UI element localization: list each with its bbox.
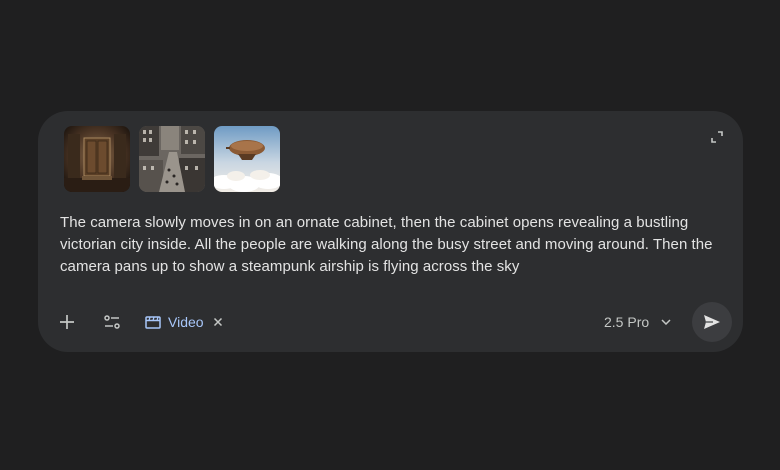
send-icon (704, 315, 720, 329)
prompt-text[interactable]: The camera slowly moves in on an ornate … (60, 212, 715, 278)
video-mode-chip[interactable]: Video (145, 310, 223, 334)
video-mode-label: Video (168, 314, 204, 330)
tune-icon (104, 315, 120, 329)
attachment-thumbnail-airship[interactable] (214, 126, 280, 192)
remove-video-mode-button[interactable] (213, 317, 223, 327)
victorian-city-image (139, 126, 205, 192)
plus-icon (60, 315, 74, 329)
tools-button[interactable] (92, 302, 132, 342)
ornate-cabinet-image (64, 126, 130, 192)
attachment-list (64, 126, 280, 192)
attachment-thumbnail-cabinet[interactable] (64, 126, 130, 192)
close-icon (213, 317, 222, 327)
composer-toolbar: Video 2.5 Pro (38, 302, 743, 342)
prompt-composer: The camera slowly moves in on an ornate … (38, 111, 743, 352)
model-label: 2.5 Pro (604, 314, 650, 330)
clapperboard-icon (145, 316, 161, 329)
chevron-down-icon (661, 319, 671, 325)
expand-icon[interactable] (708, 128, 726, 146)
model-selector[interactable]: 2.5 Pro (604, 310, 671, 334)
add-button[interactable] (47, 302, 87, 342)
attachment-thumbnail-city[interactable] (139, 126, 205, 192)
steampunk-airship-image (214, 126, 280, 192)
send-button[interactable] (692, 302, 732, 342)
